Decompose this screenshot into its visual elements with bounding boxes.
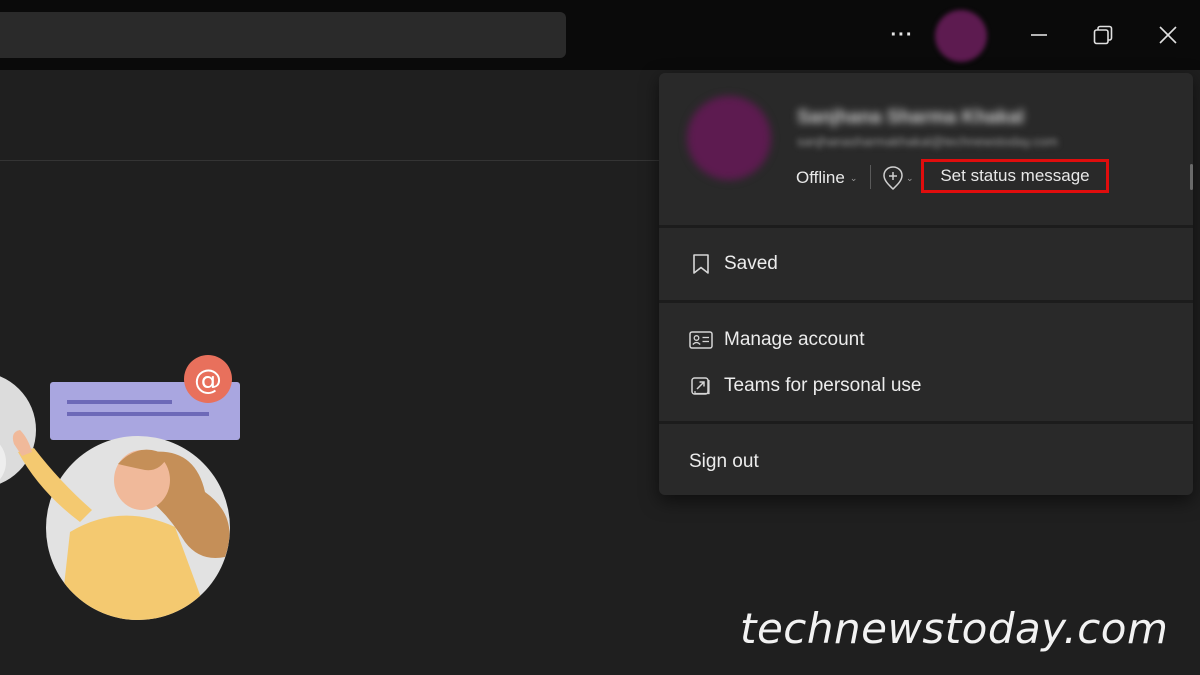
set-status-message-button[interactable]: Set status message	[921, 159, 1109, 193]
search-input[interactable]	[0, 12, 566, 58]
title-bar: ···	[0, 0, 1200, 70]
menu-item-saved[interactable]: Saved	[689, 249, 778, 279]
restore-button[interactable]	[1083, 15, 1123, 55]
menu-divider	[659, 421, 1193, 424]
presence-label: Offline	[796, 168, 845, 187]
presence-dropdown[interactable]: Offline ⌄	[796, 166, 857, 190]
profile-menu: Sanjhana Sharma Khakal sanjhanasharmakha…	[659, 73, 1193, 495]
more-label: ···	[890, 23, 914, 46]
illustration-graphic: @	[0, 355, 240, 620]
menu-divider	[659, 300, 1193, 303]
svg-text:@: @	[194, 363, 222, 396]
menu-item-label: Sign out	[689, 451, 759, 472]
more-options-button[interactable]: ···	[884, 17, 920, 53]
menu-divider	[659, 225, 1193, 228]
close-icon	[1159, 26, 1177, 44]
id-card-icon	[689, 328, 713, 352]
restore-icon	[1093, 25, 1113, 45]
profile-avatar-button[interactable]	[935, 10, 987, 62]
header-divider	[0, 160, 660, 161]
menu-item-label: Teams for personal use	[724, 375, 922, 396]
menu-item-sign-out[interactable]: Sign out	[689, 447, 759, 477]
minimize-icon	[1031, 34, 1047, 36]
chevron-down-icon: ⌄	[849, 172, 858, 183]
user-name: Sanjhana Sharma Khakal	[797, 107, 1025, 128]
menu-item-manage-account[interactable]: Manage account	[689, 325, 865, 355]
scrollbar[interactable]	[1190, 164, 1193, 190]
user-email: sanjhanasharmakhakal@technewstoday.com	[797, 134, 1058, 149]
external-link-icon	[689, 374, 713, 398]
menu-item-teams-personal[interactable]: Teams for personal use	[689, 371, 922, 401]
location-dropdown[interactable]: ⌄	[881, 165, 914, 191]
minimize-button[interactable]	[1019, 15, 1059, 55]
set-status-label: Set status message	[940, 166, 1090, 185]
welcome-illustration: @	[0, 352, 260, 632]
presence-divider	[870, 165, 871, 189]
profile-avatar	[687, 96, 771, 180]
close-button[interactable]	[1148, 15, 1188, 55]
menu-item-label: Saved	[724, 253, 778, 274]
bookmark-icon	[689, 252, 713, 276]
location-pin-icon	[883, 166, 903, 191]
menu-item-label: Manage account	[724, 329, 865, 350]
chevron-down-icon: ⌄	[906, 172, 914, 183]
site-watermark: technewstoday.com	[740, 604, 1169, 653]
